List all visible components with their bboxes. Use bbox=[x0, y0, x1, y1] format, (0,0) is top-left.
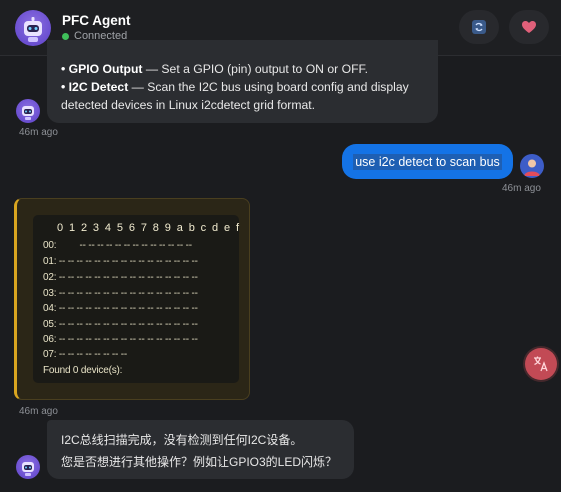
message-timestamp: 46m ago bbox=[502, 183, 541, 194]
connection-status-dot bbox=[62, 33, 69, 40]
translate-button[interactable] bbox=[525, 348, 557, 380]
message-line: 您是否想进行其他操作？例如让GPIO3的LED闪烁？ bbox=[61, 455, 338, 469]
grid-column-header: 0 1 2 3 4 5 6 7 8 9 a b c d e f bbox=[57, 222, 241, 234]
translate-icon bbox=[534, 356, 548, 372]
robot-icon bbox=[22, 462, 34, 476]
bot-avatar bbox=[16, 99, 40, 123]
grid-row: 07: -- -- -- -- -- -- -- -- bbox=[43, 349, 128, 360]
app-title: PFC Agent bbox=[62, 13, 131, 28]
bot-avatar bbox=[16, 455, 40, 479]
refresh-icon bbox=[472, 20, 486, 34]
message-line: • I2C Detect — Scan the I2C bus using bo… bbox=[61, 78, 424, 96]
grid-row: 03: -- -- -- -- -- -- -- -- -- -- -- -- … bbox=[43, 288, 198, 299]
capability-name: • GPIO Output bbox=[61, 62, 143, 76]
capability-name: • I2C Detect bbox=[61, 80, 129, 94]
agent-avatar bbox=[15, 10, 51, 46]
user-message-text: use i2c detect to scan bus bbox=[353, 153, 502, 170]
grid-row: 05: -- -- -- -- -- -- -- -- -- -- -- -- … bbox=[43, 319, 198, 330]
capability-desc: — Scan the I2C bus using board config an… bbox=[128, 80, 409, 94]
user-avatar bbox=[520, 154, 544, 178]
grid-row: 02: -- -- -- -- -- -- -- -- -- -- -- -- … bbox=[43, 272, 198, 283]
user-icon bbox=[524, 159, 540, 176]
grid-row: 06: -- -- -- -- -- -- -- -- -- -- -- -- … bbox=[43, 334, 198, 345]
message-timestamp: 46m ago bbox=[19, 406, 58, 417]
message-timestamp: 46m ago bbox=[19, 127, 58, 138]
bot-message-bubble: • GPIO Output — Set a GPIO (pin) output … bbox=[47, 40, 438, 123]
message-line: detected devices in Linux i2cdetect grid… bbox=[61, 98, 316, 112]
refresh-button[interactable] bbox=[459, 10, 499, 44]
message-line: • GPIO Output — Set a GPIO (pin) output … bbox=[61, 60, 424, 78]
i2cdetect-grid: 0 1 2 3 4 5 6 7 8 9 a b c d e f 00: -- -… bbox=[33, 215, 239, 383]
capability-desc: — Set a GPIO (pin) output to ON or OFF. bbox=[142, 62, 368, 76]
devices-found: Found 0 device(s): bbox=[43, 365, 123, 376]
grid-row: 00: -- -- -- -- -- -- -- -- -- -- -- -- … bbox=[43, 240, 192, 251]
favorite-button[interactable] bbox=[509, 10, 549, 44]
user-message-bubble: use i2c detect to scan bus bbox=[342, 144, 513, 179]
bot-message-bubble: I2C总线扫描完成，没有检测到任何I2C设备。 您是否想进行其他操作？例如让GP… bbox=[47, 420, 354, 479]
message-line: I2C总线扫描完成，没有检测到任何I2C设备。 bbox=[61, 433, 303, 447]
grid-row: 01: -- -- -- -- -- -- -- -- -- -- -- -- … bbox=[43, 256, 198, 267]
robot-icon bbox=[22, 106, 34, 120]
robot-icon bbox=[24, 17, 42, 42]
heart-icon bbox=[522, 21, 536, 33]
i2c-scan-result-card: 0 1 2 3 4 5 6 7 8 9 a b c d e f 00: -- -… bbox=[14, 198, 250, 400]
grid-row: 04: -- -- -- -- -- -- -- -- -- -- -- -- … bbox=[43, 303, 198, 314]
